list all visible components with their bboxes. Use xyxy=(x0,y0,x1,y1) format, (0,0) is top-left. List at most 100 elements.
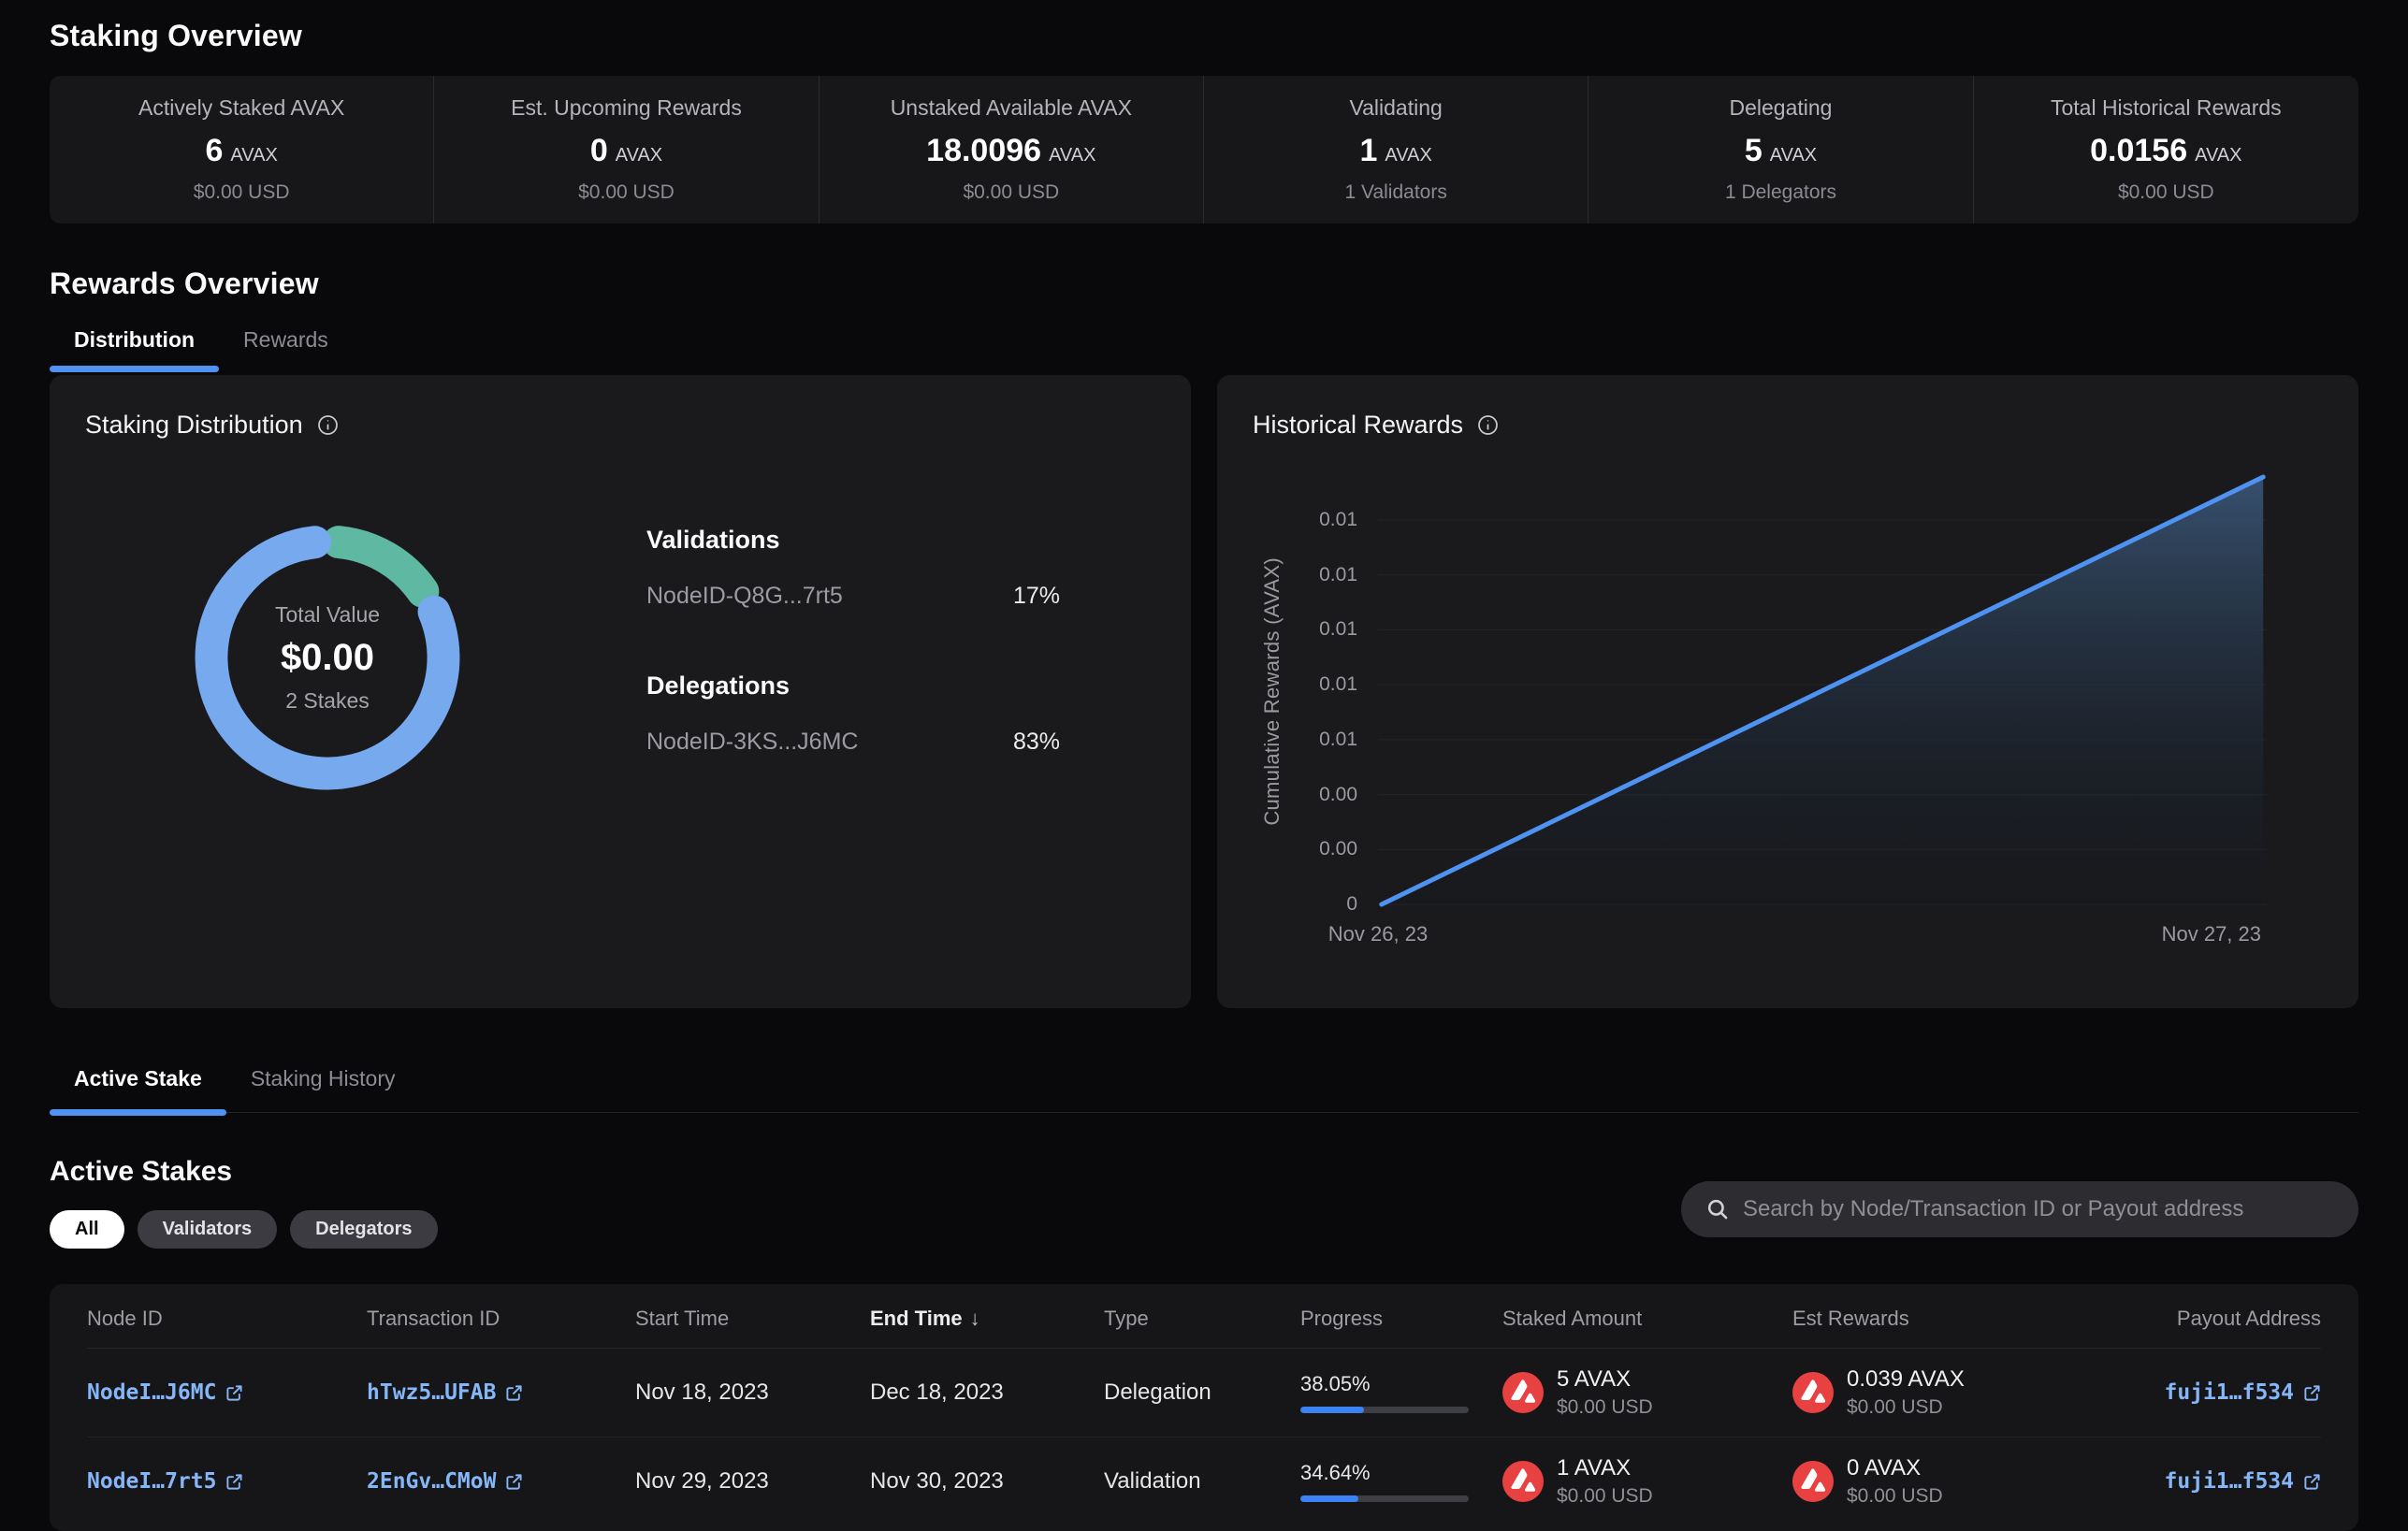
progress-bar xyxy=(1300,1495,1469,1502)
external-link-icon xyxy=(225,1384,243,1402)
col-est-rewards[interactable]: Est Rewards xyxy=(1792,1307,2111,1331)
node-id-link[interactable]: NodeI…J6MC xyxy=(87,1380,243,1405)
stat-sub: $0.00 USD xyxy=(578,181,675,204)
progress-cell: 34.64% xyxy=(1300,1461,1469,1502)
est-rewards-cell: 0.039 AVAX $0.00 USD xyxy=(1792,1366,2111,1419)
stat-label: Total Historical Rewards xyxy=(2051,95,2282,121)
stat-sub: 1 Delegators xyxy=(1725,181,1836,204)
stat-delegating: Delegating 5AVAX 1 Delegators xyxy=(1588,76,1973,224)
progress-percent: 34.64% xyxy=(1300,1461,1469,1485)
stat-value: 0AVAX xyxy=(590,133,662,169)
node-id-link[interactable]: NodeI…7rt5 xyxy=(87,1469,243,1494)
stat-historical-rewards: Total Historical Rewards 0.0156AVAX $0.0… xyxy=(1974,76,2358,224)
rewards-usd: $0.00 USD xyxy=(1847,1485,1943,1508)
stat-sub: $0.00 USD xyxy=(2118,181,2214,204)
stake-search[interactable] xyxy=(1681,1181,2358,1237)
col-transaction-id[interactable]: Transaction ID xyxy=(367,1307,635,1331)
avax-logo-icon xyxy=(1502,1461,1544,1502)
tab-distribution[interactable]: Distribution xyxy=(50,327,219,369)
staking-distribution-panel: Staking Distribution Total xyxy=(50,375,1191,1008)
stat-sub: 1 Validators xyxy=(1344,181,1446,204)
stat-label: Unstaked Available AVAX xyxy=(891,95,1132,121)
col-payout-address[interactable]: Payout Address xyxy=(2177,1307,2321,1331)
external-link-icon xyxy=(2303,1384,2321,1402)
info-icon[interactable] xyxy=(1477,414,1499,436)
staking-distribution-donut: Total Value $0.00 2 Stakes xyxy=(182,513,472,802)
transaction-id-link[interactable]: 2EnGv…CMoW xyxy=(367,1469,523,1494)
start-time: Nov 18, 2023 xyxy=(635,1379,870,1406)
filter-validators[interactable]: Validators xyxy=(138,1210,278,1249)
rewards-avax: 0 AVAX xyxy=(1847,1455,1943,1481)
progress-cell: 38.05% xyxy=(1300,1372,1469,1413)
historical-rewards-chart: Cumulative Rewards (AVAX) 0.01 0.01 0.01… xyxy=(1253,471,2323,950)
stat-label: Est. Upcoming Rewards xyxy=(511,95,742,121)
col-start-time[interactable]: Start Time xyxy=(635,1307,870,1331)
rewards-avax: 0.039 AVAX xyxy=(1847,1366,1965,1393)
stake-tabs: Active Stake Staking History xyxy=(50,1066,2358,1113)
col-progress[interactable]: Progress xyxy=(1300,1307,1502,1331)
stat-unstaked-available: Unstaked Available AVAX 18.0096AVAX $0.0… xyxy=(820,76,1204,224)
external-link-icon xyxy=(2303,1473,2321,1491)
col-staked-amount[interactable]: Staked Amount xyxy=(1502,1307,1792,1331)
y-axis-ticks: 0.01 0.01 0.01 0.01 0.01 0.00 0.00 0 xyxy=(1292,471,1365,911)
x-axis-label-end: Nov 27, 23 xyxy=(2162,922,2261,946)
stat-actively-staked: Actively Staked AVAX 6AVAX $0.00 USD xyxy=(50,76,434,224)
avax-logo-icon xyxy=(1502,1372,1544,1413)
payout-address-link[interactable]: fuji1…f534 xyxy=(2165,1469,2321,1494)
external-link-icon xyxy=(505,1384,523,1402)
payout-address-link[interactable]: fuji1…f534 xyxy=(2165,1380,2321,1405)
validation-percent: 17% xyxy=(1013,583,1060,610)
plot-area[interactable] xyxy=(1378,471,2267,911)
validations-heading: Validations xyxy=(646,526,1060,555)
stat-sub: $0.00 USD xyxy=(963,181,1059,204)
tab-rewards[interactable]: Rewards xyxy=(219,327,353,369)
staked-avax: 1 AVAX xyxy=(1557,1455,1653,1481)
rewards-usd: $0.00 USD xyxy=(1847,1396,1965,1419)
delegation-node-id: NodeID-3KS...J6MC xyxy=(646,729,858,756)
active-stakes-table: Node ID Transaction ID Start Time End Ti… xyxy=(50,1284,2358,1531)
delegations-heading: Delegations xyxy=(646,672,1060,701)
search-icon xyxy=(1705,1197,1730,1221)
list-item[interactable]: NodeID-Q8G...7rt5 17% xyxy=(646,583,1060,610)
staked-usd: $0.00 USD xyxy=(1557,1485,1653,1508)
progress-bar xyxy=(1300,1407,1469,1413)
stat-value: 1AVAX xyxy=(1360,133,1432,169)
rewards-overview-tabs: Distribution Rewards xyxy=(50,327,2358,369)
historical-rewards-title: Historical Rewards xyxy=(1253,411,1463,440)
active-stakes-title: Active Stakes xyxy=(50,1156,438,1188)
rewards-overview-title: Rewards Overview xyxy=(50,267,2358,301)
stat-value: 6AVAX xyxy=(206,133,278,169)
tab-staking-history[interactable]: Staking History xyxy=(226,1066,420,1112)
external-link-icon xyxy=(505,1473,523,1491)
staked-avax: 5 AVAX xyxy=(1557,1366,1653,1393)
col-type[interactable]: Type xyxy=(1104,1307,1300,1331)
stat-value: 5AVAX xyxy=(1745,133,1817,169)
stat-upcoming-rewards: Est. Upcoming Rewards 0AVAX $0.00 USD xyxy=(434,76,819,224)
stat-value: 18.0096AVAX xyxy=(926,133,1095,169)
table-row: NodeI…J6MC hTwz5…UFAB Nov 18, 2023 Dec 1… xyxy=(87,1349,2321,1437)
external-link-icon xyxy=(225,1473,243,1491)
stake-filters: All Validators Delegators xyxy=(50,1210,438,1249)
y-axis-title: Cumulative Rewards (AVAX) xyxy=(1253,471,1292,911)
table-header: Node ID Transaction ID Start Time End Ti… xyxy=(87,1284,2321,1349)
search-input[interactable] xyxy=(1743,1196,2334,1222)
filter-all[interactable]: All xyxy=(50,1210,124,1249)
filter-delegators[interactable]: Delegators xyxy=(290,1210,437,1249)
end-time: Dec 18, 2023 xyxy=(870,1379,1104,1406)
stat-value: 0.0156AVAX xyxy=(2090,133,2241,169)
stat-label: Validating xyxy=(1350,95,1443,121)
info-icon[interactable] xyxy=(317,414,339,436)
page-title: Staking Overview xyxy=(50,19,2358,53)
donut-center-label: Total Value xyxy=(275,602,380,628)
transaction-id-link[interactable]: hTwz5…UFAB xyxy=(367,1380,523,1405)
col-node-id[interactable]: Node ID xyxy=(87,1307,367,1331)
stat-validating: Validating 1AVAX 1 Validators xyxy=(1204,76,1588,224)
list-item[interactable]: NodeID-3KS...J6MC 83% xyxy=(646,729,1060,756)
col-end-time[interactable]: End Time ↓ xyxy=(870,1307,1104,1331)
start-time: Nov 29, 2023 xyxy=(635,1468,870,1495)
x-axis-labels: Nov 26, 23 Nov 27, 23 xyxy=(1253,911,2323,950)
x-axis-label-start: Nov 26, 23 xyxy=(1328,922,1428,946)
donut-center-value: $0.00 xyxy=(281,637,374,679)
staked-amount-cell: 5 AVAX $0.00 USD xyxy=(1502,1366,1792,1419)
tab-active-stake[interactable]: Active Stake xyxy=(50,1066,226,1112)
